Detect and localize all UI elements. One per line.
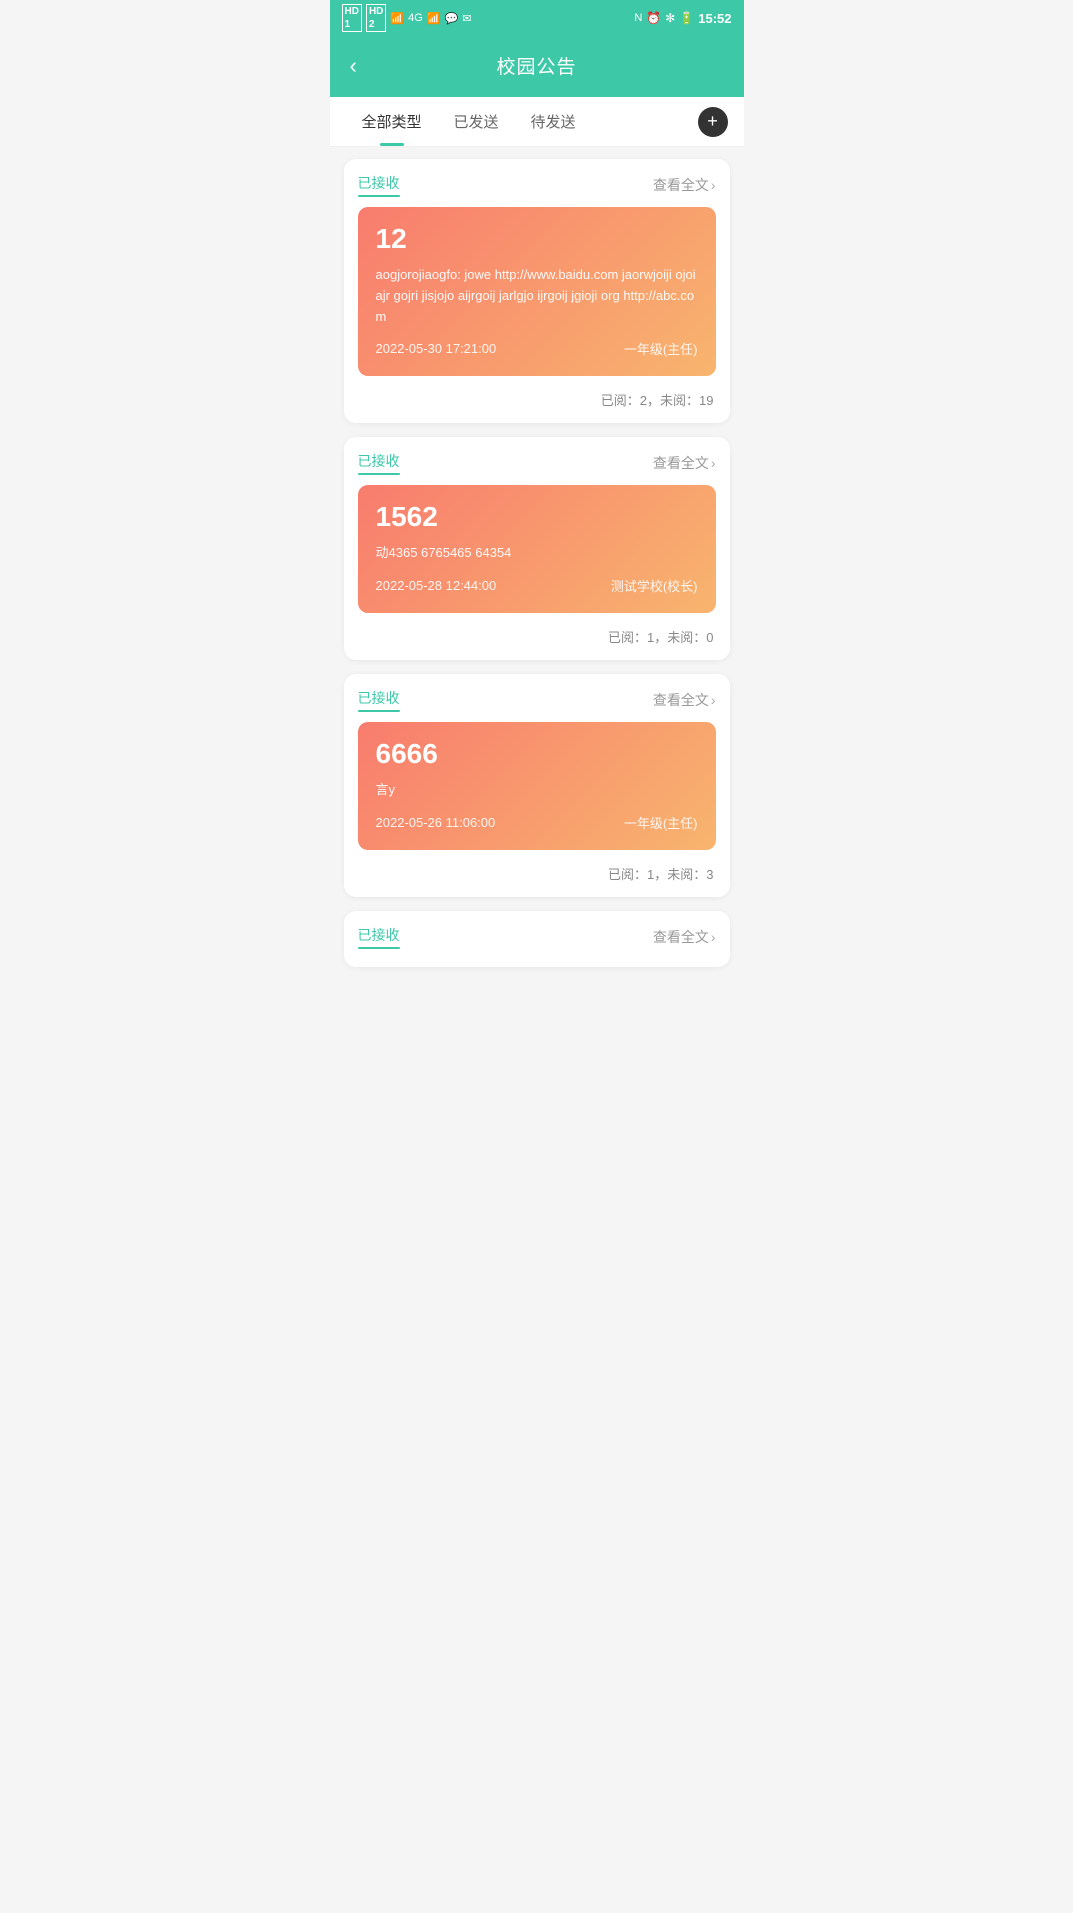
- banner-sender-1: 一年级(主任): [624, 339, 698, 358]
- announcement-card-4: 已接收 查看全文 ›: [344, 911, 730, 967]
- card-header-3: 已接收 查看全文 ›: [358, 688, 716, 712]
- tab-pending[interactable]: 待发送: [515, 97, 592, 146]
- announcement-banner-3: 6666 言y 2022-05-26 11:06:00 一年级(主任): [358, 722, 716, 850]
- status-left-icons: HD1 HD2 📶 4G 📶 💬 ✉: [342, 4, 472, 32]
- card-header-4: 已接收 查看全文 ›: [358, 925, 716, 949]
- card-status-2: 已接收: [358, 451, 400, 475]
- tab-sent[interactable]: 已发送: [438, 97, 515, 146]
- signal-4g2-icon: 4G: [408, 12, 423, 24]
- time-display: 15:52: [698, 11, 731, 26]
- chevron-right-icon-1: ›: [711, 177, 716, 193]
- banner-footer-3: 2022-05-26 11:06:00 一年级(主任): [376, 813, 698, 832]
- card-status-1: 已接收: [358, 173, 400, 197]
- banner-number-3: 6666: [376, 738, 698, 770]
- announcement-card-2: 已接收 查看全文 › 1562 动4365 6765465 64354 2022…: [344, 437, 730, 660]
- chevron-right-icon-2: ›: [711, 455, 716, 471]
- wechat-icon: 💬: [445, 12, 459, 25]
- banner-sender-3: 一年级(主任): [624, 813, 698, 832]
- banner-content-2: 动4365 6765465 64354: [376, 543, 698, 564]
- bluetooth-icon: ✻: [665, 11, 675, 25]
- view-full-button-2[interactable]: 查看全文 ›: [653, 453, 716, 473]
- view-full-button-4[interactable]: 查看全文 ›: [653, 927, 716, 947]
- card-header-2: 已接收 查看全文 ›: [358, 451, 716, 475]
- card-status-3: 已接收: [358, 688, 400, 712]
- add-announcement-button[interactable]: +: [698, 107, 728, 137]
- wifi-icon: 📶: [427, 12, 441, 25]
- read-stats-1: 已阅：2，未阅：19: [358, 386, 716, 409]
- status-bar: HD1 HD2 📶 4G 📶 💬 ✉ N ⏰ ✻ 🔋 15:52: [330, 0, 744, 36]
- battery-icon: 🔋: [679, 11, 694, 25]
- read-stats-2: 已阅：1，未阅：0: [358, 623, 716, 646]
- page-header: ‹ 校园公告: [330, 36, 744, 97]
- banner-datetime-3: 2022-05-26 11:06:00: [376, 815, 496, 830]
- signal-4g-icon: 📶: [390, 12, 404, 25]
- card-header-1: 已接收 查看全文 ›: [358, 173, 716, 197]
- page-title: 校园公告: [496, 52, 576, 79]
- chevron-right-icon-3: ›: [711, 692, 716, 708]
- banner-footer-2: 2022-05-28 12:44:00 测试学校(校长): [376, 576, 698, 595]
- announcements-list: 已接收 查看全文 › 12 aogjorojiaogfo: jowe http:…: [330, 147, 744, 979]
- chevron-right-icon-4: ›: [711, 929, 716, 945]
- banner-number-2: 1562: [376, 501, 698, 533]
- hd2-icon: HD2: [366, 4, 386, 32]
- banner-footer-1: 2022-05-30 17:21:00 一年级(主任): [376, 339, 698, 358]
- read-stats-3: 已阅：1，未阅：3: [358, 860, 716, 883]
- announcement-card-3: 已接收 查看全文 › 6666 言y 2022-05-26 11:06:00 一…: [344, 674, 730, 897]
- alarm-icon: ⏰: [646, 11, 661, 25]
- view-full-button-1[interactable]: 查看全文 ›: [653, 175, 716, 195]
- banner-sender-2: 测试学校(校长): [611, 576, 698, 595]
- card-status-4: 已接收: [358, 925, 400, 949]
- banner-datetime-2: 2022-05-28 12:44:00: [376, 578, 497, 593]
- nfc-icon: N: [634, 12, 642, 24]
- banner-content-1: aogjorojiaogfo: jowe http://www.baidu.co…: [376, 265, 698, 327]
- message-icon: ✉: [462, 12, 471, 25]
- announcement-card-1: 已接收 查看全文 › 12 aogjorojiaogfo: jowe http:…: [344, 159, 730, 423]
- announcement-banner-1: 12 aogjorojiaogfo: jowe http://www.baidu…: [358, 207, 716, 376]
- tabs-bar: 全部类型 已发送 待发送 +: [330, 97, 744, 147]
- hd1-icon: HD1: [342, 4, 362, 32]
- banner-datetime-1: 2022-05-30 17:21:00: [376, 341, 497, 356]
- banner-content-3: 言y: [376, 780, 698, 801]
- status-right-icons: N ⏰ ✻ 🔋 15:52: [634, 11, 731, 26]
- back-button[interactable]: ‹: [350, 53, 357, 79]
- banner-number-1: 12: [376, 223, 698, 255]
- tab-all-types[interactable]: 全部类型: [346, 97, 438, 146]
- view-full-button-3[interactable]: 查看全文 ›: [653, 690, 716, 710]
- announcement-banner-2: 1562 动4365 6765465 64354 2022-05-28 12:4…: [358, 485, 716, 613]
